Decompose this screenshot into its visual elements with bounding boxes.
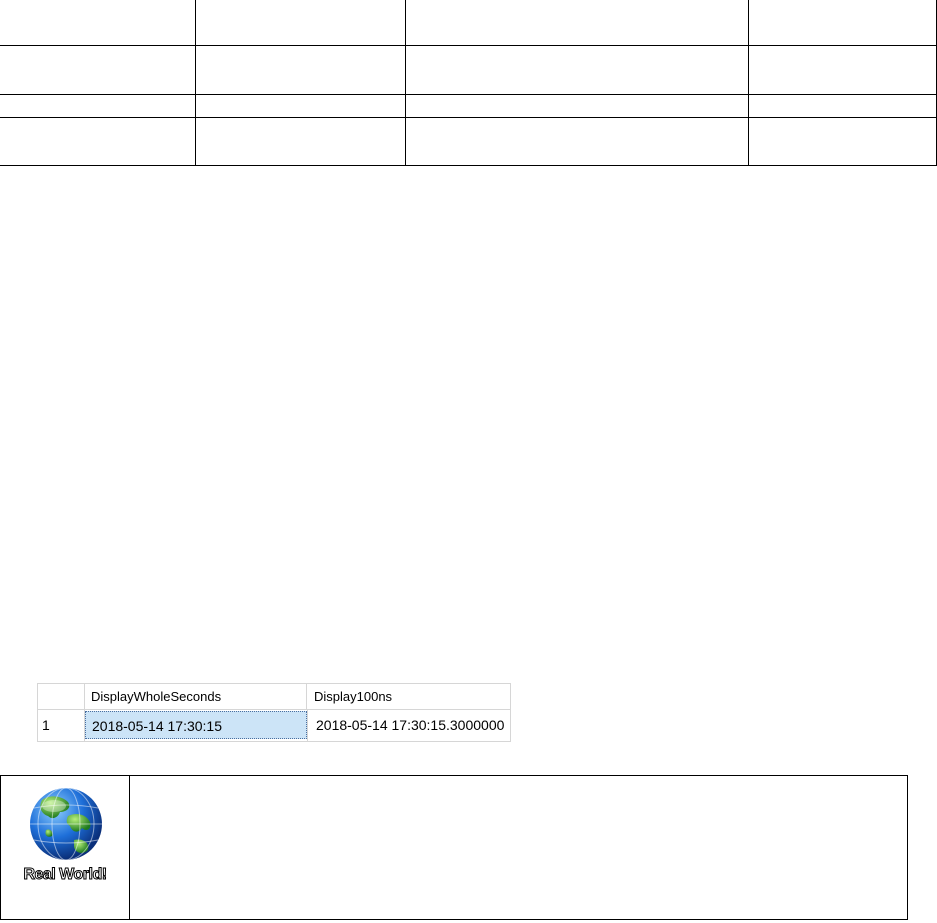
table-cell xyxy=(404,117,749,166)
table-cell xyxy=(404,94,749,118)
table-cell xyxy=(194,0,406,46)
results-grid: DisplayWholeSeconds Display100ns 1 2018-… xyxy=(37,683,511,742)
table-cell xyxy=(194,45,406,95)
table-cell xyxy=(404,0,749,46)
row-header-corner[interactable] xyxy=(38,684,85,709)
header-separator xyxy=(38,709,510,710)
table-cell xyxy=(747,94,937,118)
real-world-box: Real World! xyxy=(0,775,908,920)
table-cell xyxy=(194,94,406,118)
column-header-display100ns[interactable]: Display100ns xyxy=(308,684,510,709)
selected-cell-displaywholeseconds[interactable]: 2018-05-14 17:30:15 xyxy=(85,711,307,739)
table-cell xyxy=(747,0,937,46)
column-header-displaywholeseconds[interactable]: DisplayWholeSeconds xyxy=(85,684,307,709)
cell-display100ns[interactable]: 2018-05-14 17:30:15.3000000 xyxy=(308,711,510,739)
table-cell xyxy=(0,0,196,46)
table-cell xyxy=(194,117,406,166)
table-cell xyxy=(0,117,196,166)
table-cell xyxy=(404,45,749,95)
empty-table xyxy=(0,0,937,166)
row-number[interactable]: 1 xyxy=(42,711,82,739)
real-world-icon-cell: Real World! xyxy=(1,776,130,919)
real-world-logo-text: Real World! xyxy=(23,866,108,884)
table-cell xyxy=(0,94,196,118)
table-cell xyxy=(747,45,937,95)
table-cell xyxy=(0,45,196,95)
globe-icon xyxy=(30,788,102,860)
table-cell xyxy=(747,117,937,166)
